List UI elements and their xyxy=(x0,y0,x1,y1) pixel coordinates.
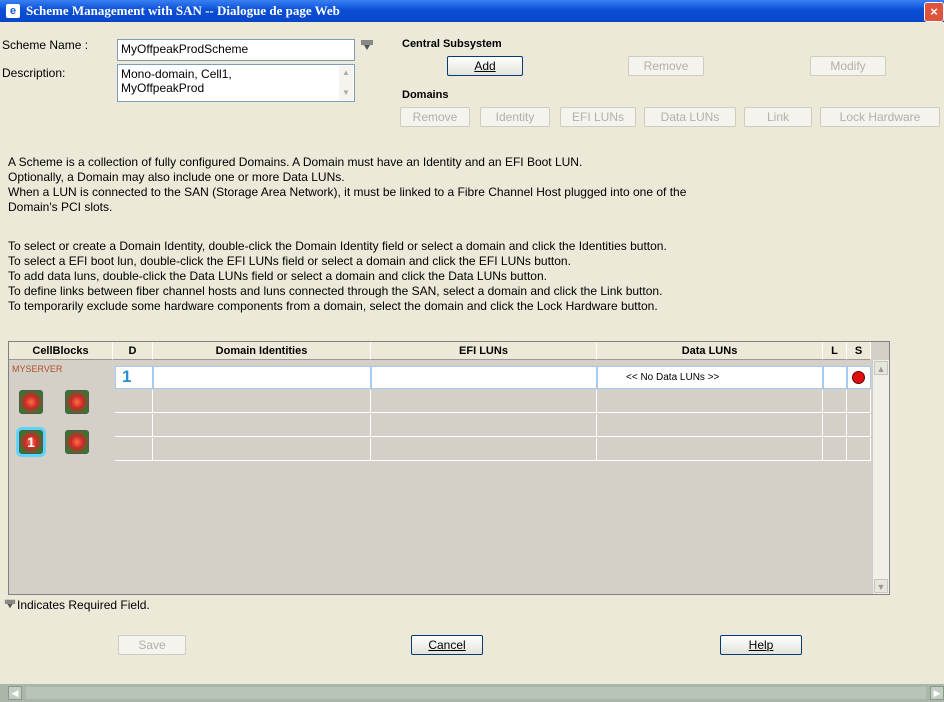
cell-block-chip[interactable] xyxy=(65,430,89,454)
table-cell[interactable] xyxy=(823,390,847,413)
col-header-data-luns: Data LUNs xyxy=(597,342,823,360)
required-field-icon xyxy=(4,598,16,613)
help-button[interactable]: Help xyxy=(720,635,802,655)
description-line-1: Mono-domain, Cell1, xyxy=(121,67,232,81)
required-note: Indicates Required Field. xyxy=(17,598,150,612)
description-textarea[interactable]: Mono-domain, Cell1, MyOffpeakProd ▲ ▼ xyxy=(117,64,355,102)
table-cell[interactable] xyxy=(115,414,153,437)
col-header-domain-identities: Domain Identities xyxy=(153,342,371,360)
table-cell[interactable] xyxy=(371,390,597,413)
row1-domain-identity-cell[interactable] xyxy=(153,366,371,389)
table-cell[interactable] xyxy=(371,438,597,461)
remove-central-button[interactable]: Remove xyxy=(628,56,704,76)
info-line: To select or create a Domain Identity, d… xyxy=(8,239,667,253)
domains-table: CellBlocks D Domain Identities EFI LUNs … xyxy=(8,341,890,595)
add-button-label: Add xyxy=(474,59,496,73)
info-line: Domain's PCI slots. xyxy=(8,200,113,214)
required-field-icon xyxy=(360,39,374,54)
table-cell[interactable] xyxy=(847,414,871,437)
table-cell[interactable] xyxy=(153,438,371,461)
table-vertical-scrollbar[interactable]: ▲ ▼ xyxy=(872,360,889,594)
row1-s-cell[interactable] xyxy=(847,366,871,389)
ie-app-icon: e xyxy=(6,4,20,18)
table-cell[interactable] xyxy=(597,438,823,461)
scroll-down-icon[interactable]: ▼ xyxy=(339,86,353,100)
cellblocks-panel: MYSERVER 1 xyxy=(9,360,113,594)
lock-hardware-button[interactable]: Lock Hardware xyxy=(820,107,940,127)
server-name: MYSERVER xyxy=(12,364,63,374)
close-button[interactable]: × xyxy=(924,2,944,22)
row1-d-cell[interactable]: 1 xyxy=(115,366,153,389)
table-cell[interactable] xyxy=(597,390,823,413)
cell-block-chip-selected[interactable]: 1 xyxy=(19,430,43,454)
info-line: When a LUN is connected to the SAN (Stor… xyxy=(8,185,687,199)
cell-block-chip[interactable] xyxy=(65,390,89,414)
scroll-up-icon[interactable]: ▲ xyxy=(339,66,353,80)
info-paragraph-2: To select or create a Domain Identity, d… xyxy=(8,239,667,314)
table-cell[interactable] xyxy=(823,438,847,461)
scroll-down-icon[interactable]: ▼ xyxy=(874,579,888,593)
description-label: Description: xyxy=(2,66,66,80)
table-cell[interactable] xyxy=(115,390,153,413)
window-title: Scheme Management with SAN -- Dialogue d… xyxy=(26,3,340,18)
col-header-l: L xyxy=(823,342,847,360)
domains-title: Domains xyxy=(402,89,449,101)
remove-domain-button[interactable]: Remove xyxy=(400,107,470,127)
save-button[interactable]: Save xyxy=(118,635,186,655)
table-cell[interactable] xyxy=(847,390,871,413)
central-subsystem-title: Central Subsystem xyxy=(402,38,502,50)
window-titlebar: e Scheme Management with SAN -- Dialogue… xyxy=(0,0,944,22)
table-cell[interactable] xyxy=(847,438,871,461)
scheme-name-input[interactable]: MyOffpeakProdScheme xyxy=(117,39,355,61)
row1-l-cell[interactable] xyxy=(823,366,847,389)
col-header-d: D xyxy=(113,342,153,360)
col-header-efi-luns: EFI LUNs xyxy=(371,342,597,360)
selected-cell-number: 1 xyxy=(27,434,35,450)
scroll-up-icon[interactable]: ▲ xyxy=(874,361,888,375)
status-red-icon xyxy=(852,371,865,384)
description-line-2: MyOffpeakProd xyxy=(121,81,205,95)
identity-button[interactable]: Identity xyxy=(480,107,550,127)
efi-luns-button[interactable]: EFI LUNs xyxy=(560,107,636,127)
row1-efi-luns-cell[interactable] xyxy=(371,366,597,389)
info-line: To temporarily exclude some hardware com… xyxy=(8,299,658,313)
table-cell[interactable] xyxy=(597,414,823,437)
table-cell[interactable] xyxy=(153,390,371,413)
scroll-left-icon[interactable]: ◀ xyxy=(8,686,22,700)
table-cell[interactable] xyxy=(371,414,597,437)
description-scrollbar[interactable]: ▲ ▼ xyxy=(339,66,353,100)
info-line: To add data luns, double-click the Data … xyxy=(8,269,547,283)
col-header-s: S xyxy=(847,342,871,360)
info-paragraph-1: A Scheme is a collection of fully config… xyxy=(8,155,686,215)
link-button[interactable]: Link xyxy=(744,107,812,127)
info-line: A Scheme is a collection of fully config… xyxy=(8,155,583,169)
table-cell[interactable] xyxy=(115,438,153,461)
cell-block-chip[interactable] xyxy=(19,390,43,414)
add-button[interactable]: Add xyxy=(447,56,523,76)
info-line: To define links between fiber channel ho… xyxy=(8,284,663,298)
table-cell[interactable] xyxy=(153,414,371,437)
cancel-button-label: Cancel xyxy=(428,638,466,652)
scroll-right-icon[interactable]: ▶ xyxy=(930,686,944,700)
scrollbar-thumb[interactable] xyxy=(26,687,926,699)
cancel-button[interactable]: Cancel xyxy=(411,635,483,655)
info-line: Optionally, a Domain may also include on… xyxy=(8,170,345,184)
col-header-cellblocks: CellBlocks xyxy=(9,342,113,360)
modify-button[interactable]: Modify xyxy=(810,56,886,76)
data-luns-button[interactable]: Data LUNs xyxy=(644,107,736,127)
help-button-label: Help xyxy=(748,638,774,652)
scheme-name-label: Scheme Name : xyxy=(2,38,89,52)
info-line: To select a EFI boot lun, double-click t… xyxy=(8,254,571,268)
horizontal-scrollbar[interactable]: ◀ ▶ xyxy=(0,684,944,702)
row1-data-luns-cell[interactable]: << No Data LUNs >> xyxy=(597,366,823,389)
table-cell[interactable] xyxy=(823,414,847,437)
